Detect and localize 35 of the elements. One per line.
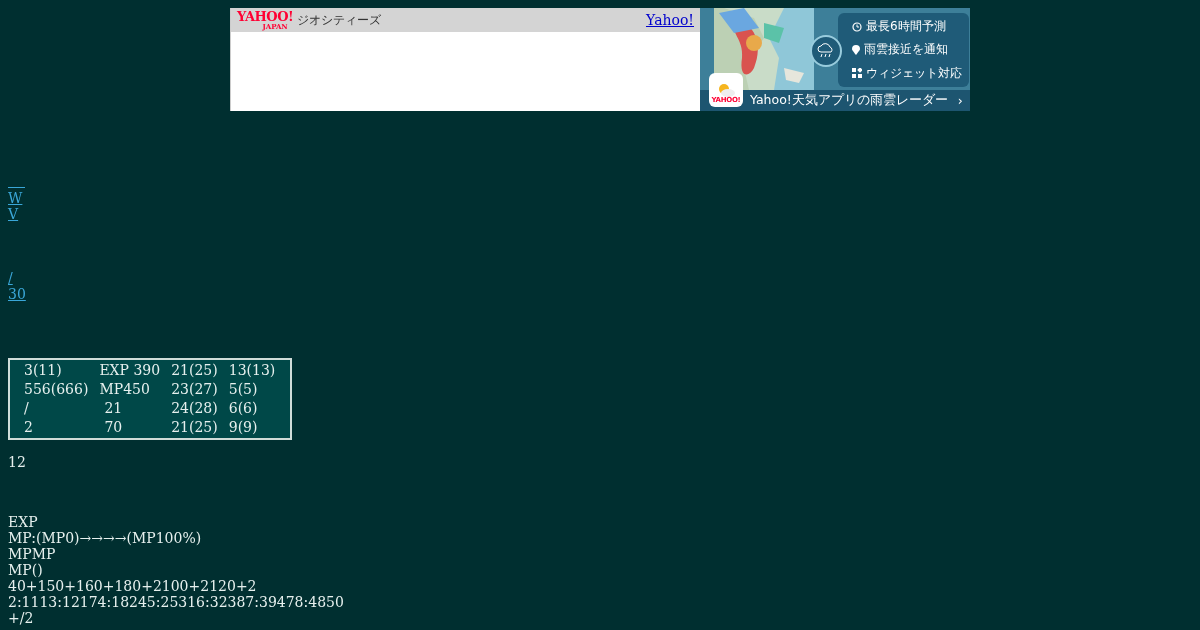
feature-label: ウィジェット対応 xyxy=(866,64,962,82)
table-cell-text: 23(27) xyxy=(170,380,219,399)
note-line: EXP xyxy=(8,514,39,530)
note-line: MPMP xyxy=(8,546,57,562)
table-cell-text: 556(666) xyxy=(23,380,90,399)
chevron-icon: › xyxy=(957,93,963,108)
table-cell-text: MP450 xyxy=(98,380,151,399)
table-cell-text: 70 xyxy=(103,418,124,437)
note-line: MP:(MP0)→→→→(MP100%) xyxy=(8,530,203,546)
nav-link[interactable]: V xyxy=(8,206,19,222)
table-cell-text: / xyxy=(23,399,30,418)
feature-label: 最長6時間予測 xyxy=(866,18,946,36)
table-cell-text: 24(28) xyxy=(170,399,219,418)
yahoo-link[interactable]: Yahoo! xyxy=(646,12,694,28)
nav-link[interactable]: W xyxy=(8,190,23,206)
note-line: +/2 xyxy=(8,610,35,626)
table-cell-text: 9(9) xyxy=(227,418,259,437)
note-line: 40+150+160+180+2100+2120+2 xyxy=(8,578,258,594)
note-line: MP() xyxy=(8,562,44,578)
note-line: 2:1113:12174:18245:25316:32387:39478:4850 xyxy=(8,594,345,610)
table-cell-text: 13(13) xyxy=(227,361,277,380)
page-link[interactable]: / xyxy=(8,270,13,286)
table-cell-text: 21(25) xyxy=(170,361,219,380)
table-cell-text: EXP 390 xyxy=(98,361,162,380)
table-cell-text: 21 xyxy=(103,399,124,418)
table-cell-text: 21(25) xyxy=(170,418,219,437)
table-cell-text: 6(6) xyxy=(227,399,259,418)
count-text: 12 xyxy=(8,454,27,470)
banner-title: Yahoo!天気アプリの雨雲レーダー xyxy=(750,92,948,109)
service-name: ジオシティーズ xyxy=(297,11,382,29)
feature-label: 雨雲接近を通知 xyxy=(864,41,948,59)
table-cell-text: 2 xyxy=(23,418,34,437)
table-cell-text: 3(11) xyxy=(23,361,63,380)
page-link[interactable]: 30 xyxy=(8,286,26,302)
table-cell-text: 5(5) xyxy=(227,380,259,399)
